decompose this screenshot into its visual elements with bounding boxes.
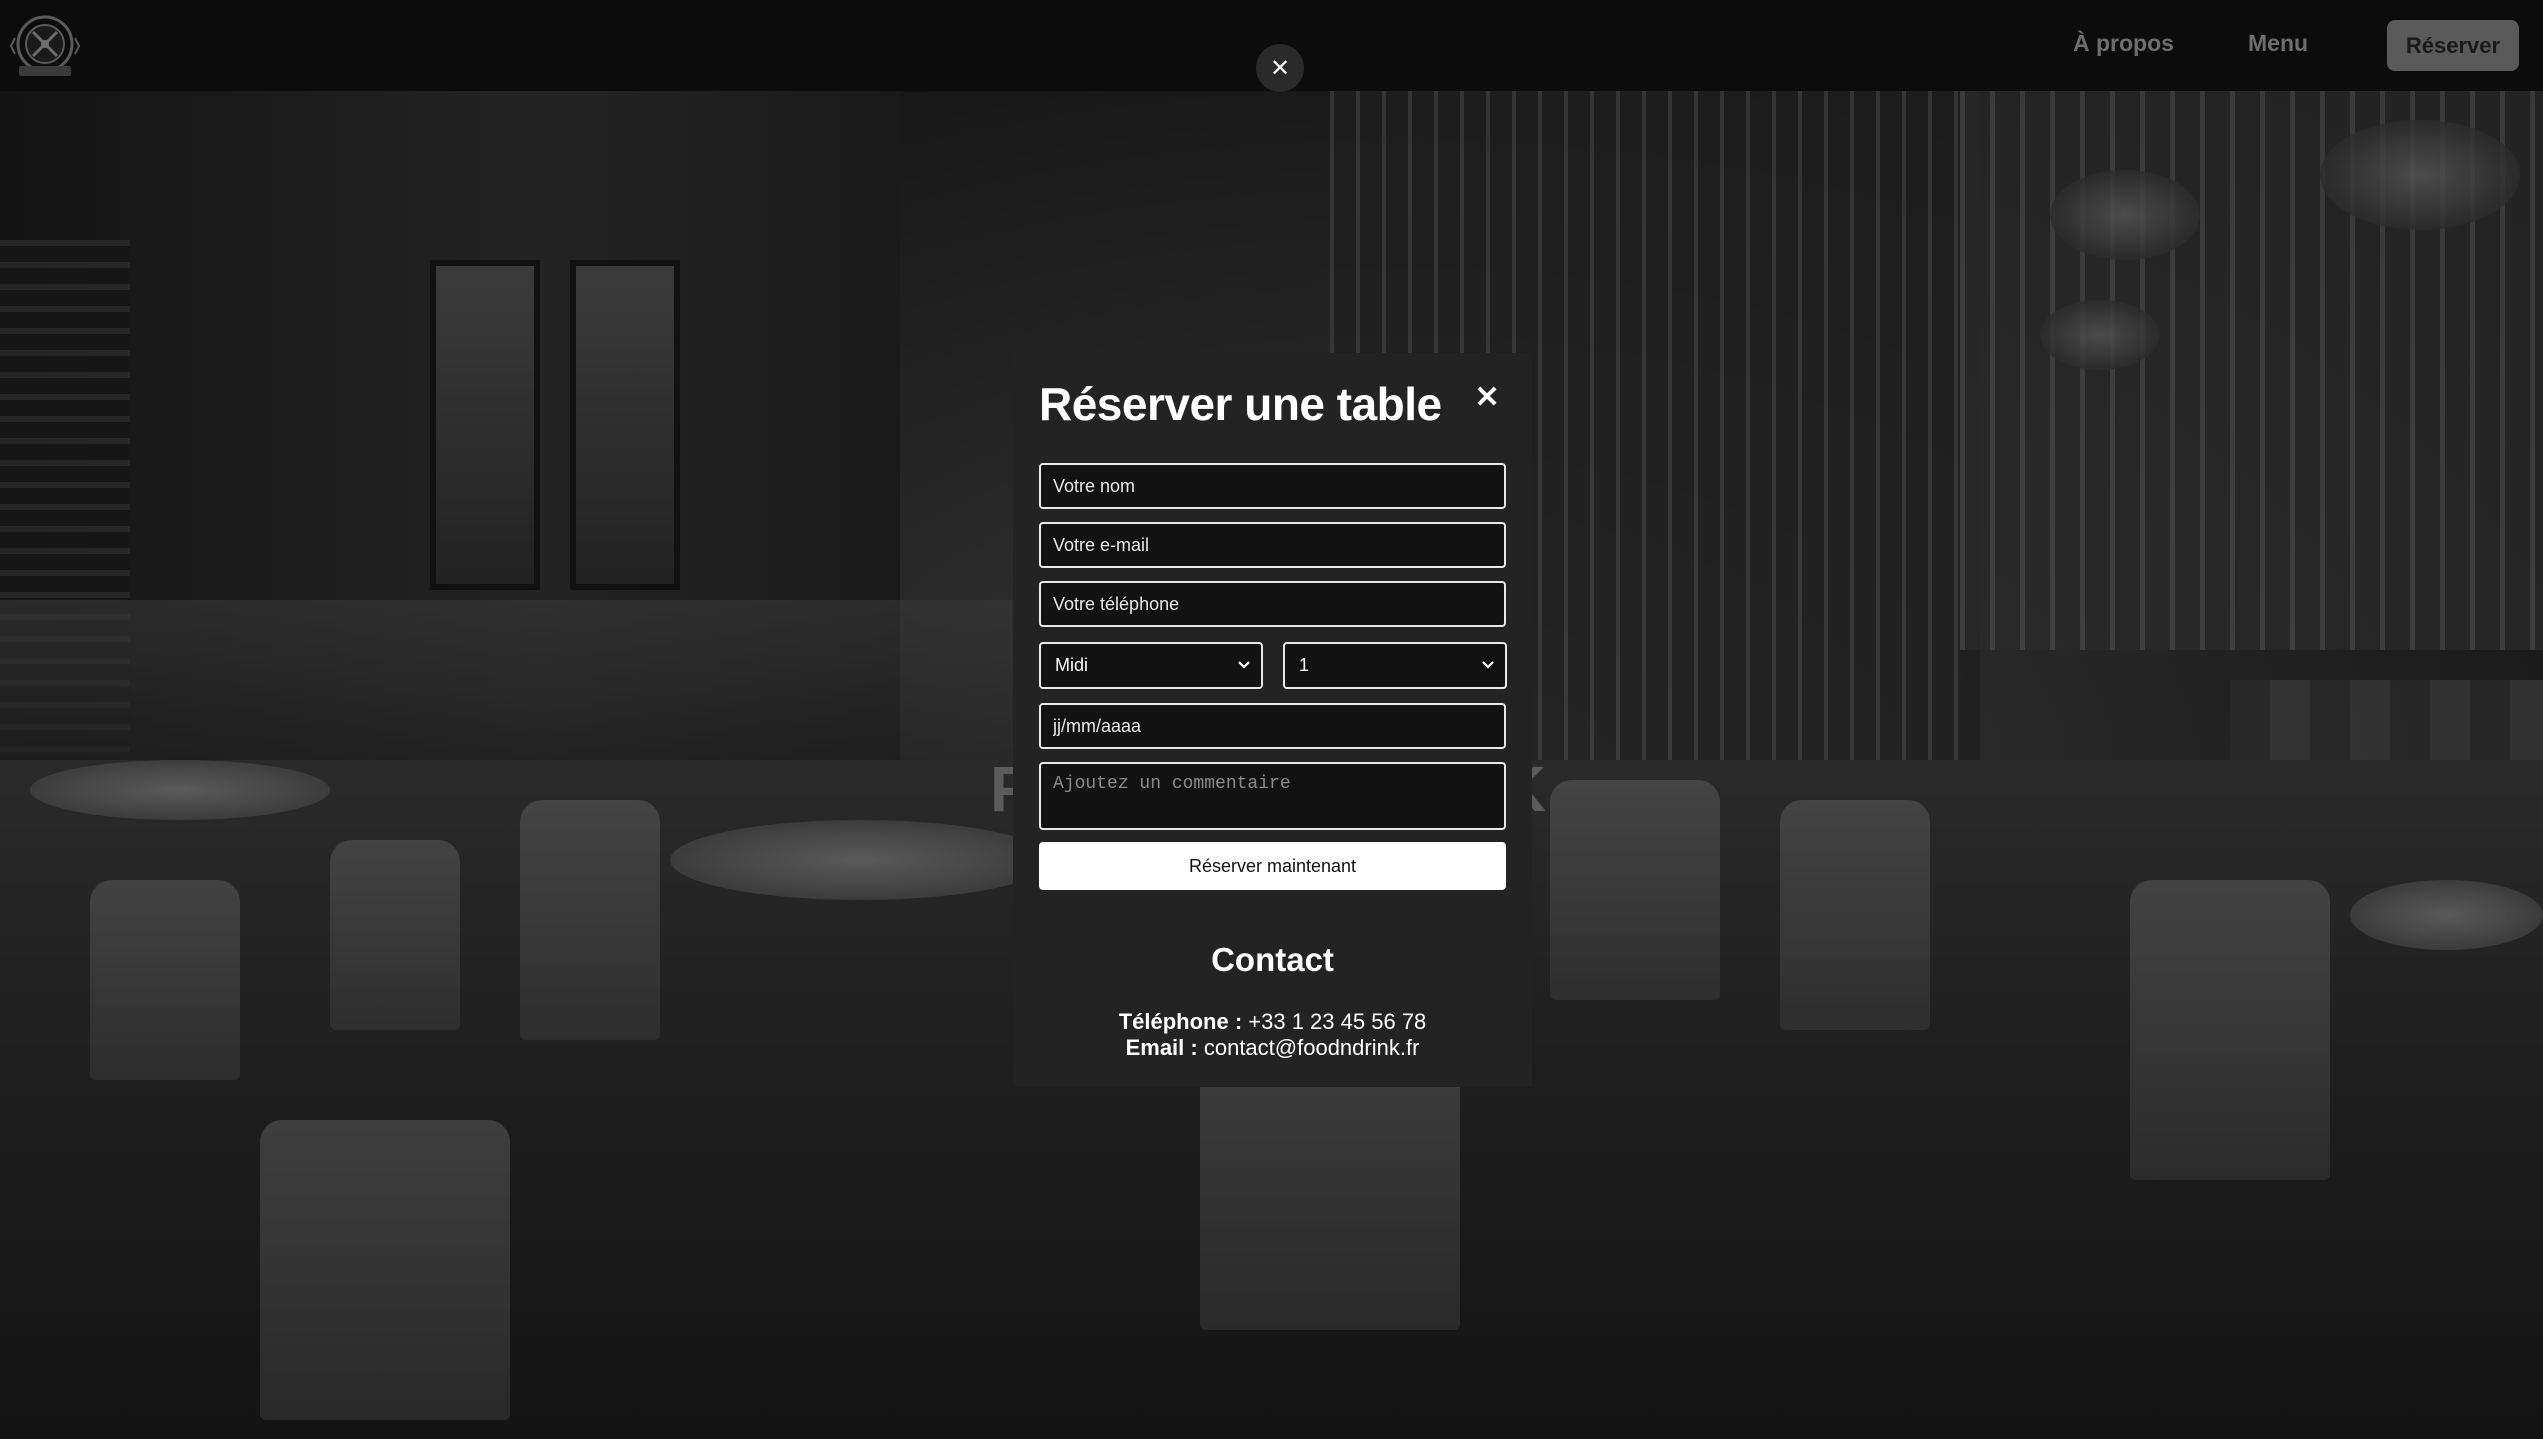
- contact-email-value[interactable]: contact@foodndrink.fr: [1204, 1035, 1420, 1060]
- background-window: [430, 260, 540, 590]
- background-chair: [90, 880, 240, 1080]
- contact-phone-label: Téléphone :: [1118, 1009, 1243, 1034]
- nav-link-about[interactable]: À propos: [2073, 30, 2174, 57]
- background-window: [570, 260, 680, 590]
- background-chair: [2130, 880, 2330, 1180]
- comment-textarea[interactable]: [1039, 762, 1506, 830]
- guests-select-value: 1: [1299, 655, 1310, 675]
- chevron-down-icon: [1481, 657, 1495, 675]
- background-table: [670, 820, 1050, 900]
- background-hanging-pan: [2320, 120, 2520, 230]
- name-input[interactable]: [1039, 463, 1506, 509]
- service-select-value: Midi: [1055, 655, 1089, 675]
- reserve-now-button[interactable]: Réserver maintenant: [1039, 842, 1506, 890]
- nav-reserve-button[interactable]: Réserver: [2387, 20, 2519, 71]
- contact-phone-line: Téléphone : +33 1 23 45 56 78: [1013, 1009, 1532, 1035]
- reservation-modal: Réserver une table ✕ Midi 1 Réserver mai…: [1013, 353, 1532, 1087]
- background-hanging-pan: [2050, 170, 2200, 260]
- background-table: [2350, 880, 2543, 950]
- background-chair: [260, 1120, 510, 1420]
- background-chair: [1550, 780, 1720, 1000]
- overlay-close-button[interactable]: ✕: [1256, 44, 1304, 92]
- contact-email-line: Email : contact@foodndrink.fr: [1013, 1035, 1532, 1061]
- site-logo[interactable]: [9, 12, 81, 80]
- crossed-utensils-logo-icon: [9, 15, 81, 76]
- background-booth: [0, 600, 1100, 780]
- background-hanging-pan: [2040, 300, 2160, 370]
- modal-title: Réserver une table: [1039, 378, 1442, 430]
- email-input[interactable]: [1039, 522, 1506, 568]
- guests-select[interactable]: 1: [1283, 642, 1507, 689]
- phone-input[interactable]: [1039, 581, 1506, 627]
- background-chair: [520, 800, 660, 1040]
- contact-email-label: Email :: [1125, 1035, 1198, 1060]
- close-icon: ✕: [1474, 380, 1500, 414]
- chevron-down-icon: [1237, 657, 1251, 675]
- contact-phone-value: +33 1 23 45 56 78: [1248, 1009, 1427, 1034]
- background-chair: [1780, 800, 1930, 1030]
- date-input[interactable]: [1039, 703, 1506, 749]
- background-chair: [330, 840, 460, 1030]
- background-table: [30, 760, 330, 820]
- modal-close-button[interactable]: ✕: [1469, 379, 1505, 415]
- service-select[interactable]: Midi: [1039, 642, 1263, 689]
- nav-link-menu[interactable]: Menu: [2248, 30, 2308, 57]
- close-icon: ✕: [1269, 54, 1291, 82]
- contact-heading: Contact: [1211, 941, 1334, 978]
